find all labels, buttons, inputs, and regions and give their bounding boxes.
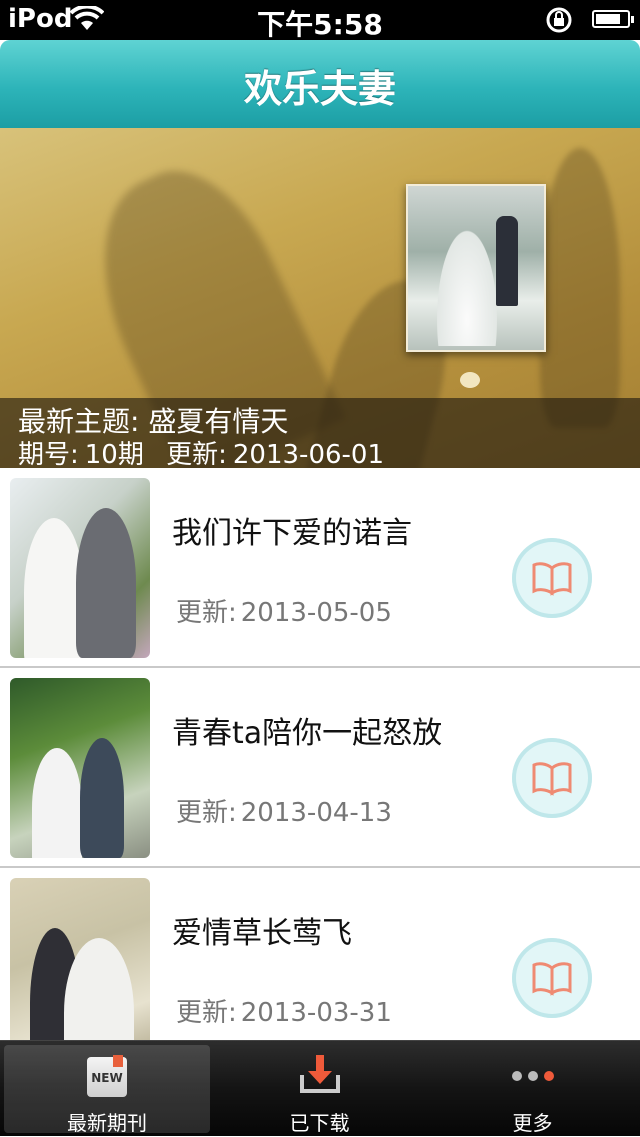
battery-icon: [592, 10, 634, 28]
book-icon: [532, 762, 572, 796]
issue-title: 青春ta陪你一起怒放: [172, 716, 443, 751]
rotation-lock-icon: [544, 6, 574, 38]
tab-bar: NEW 最新期刊 已下载 更多: [0, 1040, 640, 1136]
issue-date: 2013-03-31: [240, 998, 392, 1028]
tab-label: 最新期刊: [67, 1111, 147, 1135]
book-icon: [532, 562, 572, 596]
issue-title: 我们许下爱的诺言: [172, 516, 412, 551]
status-bar: iPod 下午5:58: [0, 0, 640, 41]
featured-issue-banner[interactable]: 最新主题: 盛夏有情天 期号: 10期 更新: 2013-06-01: [0, 128, 640, 468]
tab-latest-issues[interactable]: NEW 最新期刊: [4, 1045, 210, 1135]
issue-update: 更新: 2013-04-13: [176, 798, 392, 828]
banner-caption: 最新主题: 盛夏有情天 期号: 10期 更新: 2013-06-01: [0, 398, 640, 468]
issue-thumbnail: [10, 878, 150, 1040]
more-dots-icon: [511, 1071, 554, 1081]
issue-list[interactable]: 我们许下爱的诺言 更新: 2013-05-05 青春ta陪你一起怒放 更新: 201…: [0, 468, 640, 1040]
new-badge-icon: NEW: [87, 1055, 127, 1097]
issue-update: 更新: 2013-05-05: [176, 598, 392, 628]
issue-title: 爱情草长莺飞: [172, 916, 352, 951]
read-button[interactable]: [512, 738, 592, 818]
list-item[interactable]: 爱情草长莺飞 更新: 2013-03-31: [0, 868, 640, 1040]
tab-label: 已下载: [289, 1111, 350, 1135]
tab-downloaded[interactable]: 已下载: [213, 1041, 426, 1137]
issue-thumbnail: [10, 678, 150, 858]
tab-label: 更多: [512, 1111, 553, 1135]
read-button[interactable]: [512, 938, 592, 1018]
issue-date: 2013-05-05: [240, 598, 392, 628]
issue-label: 期号:: [18, 440, 79, 468]
tab-more[interactable]: 更多: [426, 1041, 639, 1137]
issue-number: 10期: [84, 440, 144, 468]
issue-thumbnail: [10, 478, 150, 658]
read-button[interactable]: [512, 538, 592, 618]
update-label: 更新:: [166, 440, 227, 468]
shell-decoration: [460, 372, 480, 388]
featured-cover-photo: [406, 184, 546, 352]
issue-date: 2013-04-13: [240, 798, 392, 828]
nav-bar: 欢乐夫妻: [0, 40, 640, 128]
issue-update: 更新: 2013-03-31: [176, 998, 392, 1028]
list-item[interactable]: 我们许下爱的诺言 更新: 2013-05-05: [0, 468, 640, 668]
update-date: 2013-06-01: [232, 440, 384, 468]
list-item[interactable]: 青春ta陪你一起怒放 更新: 2013-04-13: [0, 668, 640, 868]
page-title: 欢乐夫妻: [243, 67, 396, 111]
book-icon: [532, 962, 572, 996]
download-icon: [298, 1053, 342, 1099]
